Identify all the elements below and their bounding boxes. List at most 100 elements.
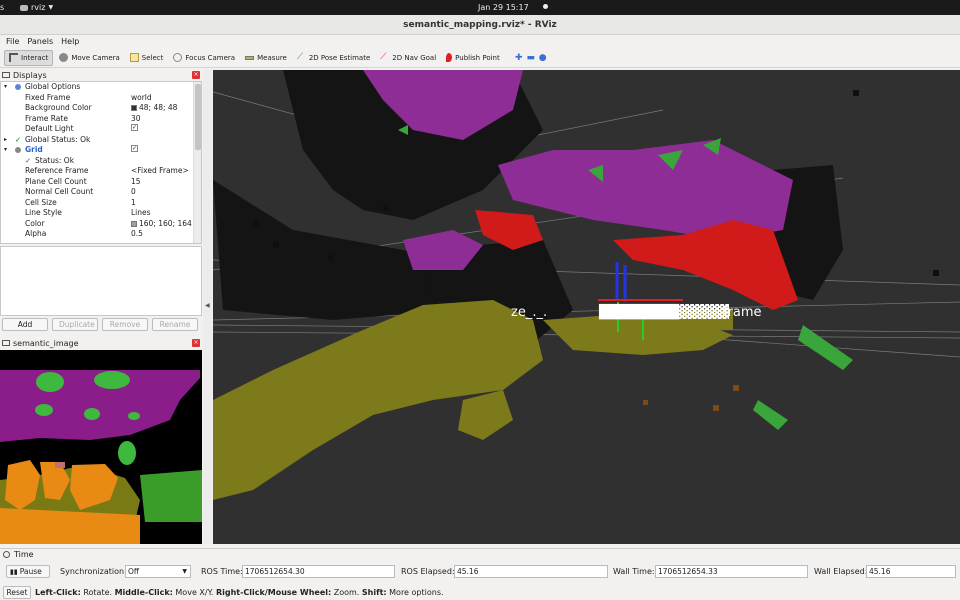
tree-scrollbar[interactable] — [193, 82, 201, 243]
app-menu[interactable]: rviz ▼ — [20, 3, 53, 12]
close-icon[interactable]: × — [192, 339, 200, 347]
display-property-value-text: <Fixed Frame> — [131, 166, 189, 175]
right-click-key: Right-Click/Mouse Wheel: — [215, 587, 332, 597]
display-property-name: Reference Frame — [25, 166, 89, 175]
render-3d-view[interactable]: ze_._. ████████▓▓▓▓▓ frame — [213, 70, 960, 544]
menu-help[interactable]: Help — [61, 35, 79, 48]
tool-properties-icon[interactable]: ● — [538, 53, 548, 63]
splitter-arrow-icon: ◀ — [205, 302, 210, 309]
nav-goal-tool-button[interactable]: ⟋ 2D Nav Goal — [376, 50, 440, 66]
pose-estimate-tool-button[interactable]: ⟋ 2D Pose Estimate — [293, 50, 374, 66]
display-property-value[interactable]: 30 — [131, 114, 141, 125]
scrollbar-thumb[interactable] — [195, 84, 201, 150]
semantic-image — [0, 350, 202, 544]
select-tool-button[interactable]: Select — [126, 50, 168, 66]
remove-tool-minus-icon[interactable]: ▬ — [526, 53, 536, 63]
activities-button[interactable]: s — [0, 3, 4, 12]
menu-panels[interactable]: Panels — [27, 35, 53, 48]
menu-bar: File Panels Help — [0, 35, 960, 48]
display-property-value-text: 0.5 — [131, 229, 143, 238]
interact-label: Interact — [21, 53, 49, 62]
add-display-button[interactable]: Add — [2, 318, 48, 331]
display-tree-row[interactable]: Color 160; 160; 164 — [1, 219, 201, 230]
duplicate-display-button[interactable]: Duplicate — [52, 318, 98, 331]
ros-time-field[interactable]: 1706512654.30 — [242, 565, 395, 578]
display-property-name: Cell Size — [25, 197, 57, 207]
expand-arrow-icon[interactable]: ▸ — [4, 135, 7, 146]
display-tree-row[interactable]: Normal Cell Count 0 — [1, 187, 201, 198]
panel-splitter[interactable]: ◀ — [203, 70, 212, 544]
display-property-value[interactable]: 0.5 — [131, 229, 143, 240]
clock[interactable]: Jan 29 15:17 — [478, 3, 529, 12]
add-tool-plus-icon[interactable]: ✚ — [514, 53, 524, 63]
display-property-value[interactable]: world — [131, 93, 152, 104]
publish-point-tool-button[interactable]: Publish Point — [442, 50, 504, 66]
display-tree-row[interactable]: Reference Frame <Fixed Frame> — [1, 166, 201, 177]
interact-tool-button[interactable]: Interact — [4, 49, 54, 66]
status-bar: Reset Left-Click: Rotate. Middle-Click: … — [0, 584, 960, 600]
display-tree-row[interactable]: Global Options ▾ — [1, 82, 201, 93]
chevron-down-icon: ▼ — [182, 568, 187, 575]
focus-camera-tool-button[interactable]: Focus Camera — [169, 50, 239, 66]
display-property-value[interactable]: Lines — [131, 208, 151, 219]
display-property-name: Normal Cell Count — [25, 187, 94, 196]
display-tree-row[interactable]: Global Status: Ok ▸ ✓ — [1, 135, 201, 146]
move-camera-icon — [59, 53, 69, 62]
display-tree-row[interactable]: Grid ▾ ✓ — [1, 145, 201, 156]
frame-label-right: frame — [723, 305, 762, 320]
magenta-arrow-icon: ⟋ — [380, 52, 387, 62]
expand-arrow-icon[interactable]: ▾ — [4, 145, 7, 156]
display-property-value[interactable]: 0 — [131, 187, 136, 198]
notification-dot-icon — [543, 4, 548, 9]
tool-bar: Interact Move Camera Select Focus Camera… — [0, 48, 960, 68]
display-tree-row[interactable]: Status: Ok ✓ — [1, 156, 201, 167]
display-tree-row[interactable]: Plane Cell Count 15 — [1, 177, 201, 188]
status-help: Left-Click: Rotate. Middle-Click: Move X… — [35, 588, 444, 597]
display-tree-row[interactable]: Background Color 48; 48; 48 — [1, 103, 201, 114]
display-tree-row[interactable]: Cell Size 1 — [1, 198, 201, 209]
display-tree-row[interactable]: Fixed Frame world — [1, 93, 201, 104]
move-camera-tool-button[interactable]: Move Camera — [55, 50, 123, 66]
display-property-value[interactable]: ✓ — [131, 145, 138, 152]
display-property-name: Plane Cell Count — [25, 176, 87, 186]
sync-value: Off — [128, 567, 140, 576]
display-property-value[interactable]: ✓ — [131, 124, 138, 131]
cursor-icon — [9, 53, 18, 62]
display-tree-row[interactable]: Line Style Lines — [1, 208, 201, 219]
semantic-image-view — [0, 350, 202, 544]
map-pin-icon — [446, 53, 453, 62]
display-property-value-text: Lines — [131, 208, 151, 217]
ros-elapsed-field[interactable]: 45.16 — [454, 565, 608, 578]
display-property-value[interactable]: <Fixed Frame> — [131, 166, 189, 177]
close-icon[interactable]: × — [192, 71, 200, 79]
reset-button[interactable]: Reset — [3, 585, 31, 599]
remove-display-button[interactable]: Remove — [102, 318, 148, 331]
display-property-name: Alpha — [25, 229, 47, 238]
display-property-value[interactable]: 48; 48; 48 — [131, 103, 177, 114]
globe-icon — [15, 84, 21, 90]
color-swatch — [131, 105, 137, 112]
display-tree-row[interactable]: Alpha 0.5 — [1, 229, 201, 240]
wall-elapsed-label: Wall Elapsed: — [814, 567, 868, 576]
system-top-bar: s rviz ▼ Jan 29 15:17 — [0, 0, 960, 15]
displays-tree[interactable]: Global Options ▾ Fixed Frame world Backgroun… — [0, 81, 202, 244]
display-property-value[interactable]: 160; 160; 164 — [131, 219, 192, 230]
publish-point-label: Publish Point — [455, 53, 500, 62]
display-tree-row[interactable]: Frame Rate 30 — [1, 114, 201, 125]
nav-goal-label: 2D Nav Goal — [392, 53, 437, 62]
expand-arrow-icon[interactable]: ▾ — [4, 82, 7, 93]
display-property-name: Color — [25, 218, 45, 228]
display-property-value[interactable]: 15 — [131, 177, 141, 188]
sync-label: Synchronization: — [60, 567, 127, 576]
wall-elapsed-field[interactable]: 45.16 — [866, 565, 956, 578]
measure-tool-button[interactable]: Measure — [241, 50, 291, 66]
display-property-value[interactable]: 1 — [131, 198, 136, 209]
display-tree-row[interactable]: Default Light ✓ — [1, 124, 201, 135]
sync-select[interactable]: Off ▼ — [125, 565, 191, 578]
display-property-name: Line Style — [25, 208, 62, 217]
rename-display-button[interactable]: Rename — [152, 318, 198, 331]
wall-time-field[interactable]: 1706512654.33 — [655, 565, 808, 578]
menu-file[interactable]: File — [6, 35, 19, 48]
pause-button[interactable]: ▮▮ Pause — [6, 565, 50, 578]
image-panel-title: semantic_image — [13, 338, 79, 348]
